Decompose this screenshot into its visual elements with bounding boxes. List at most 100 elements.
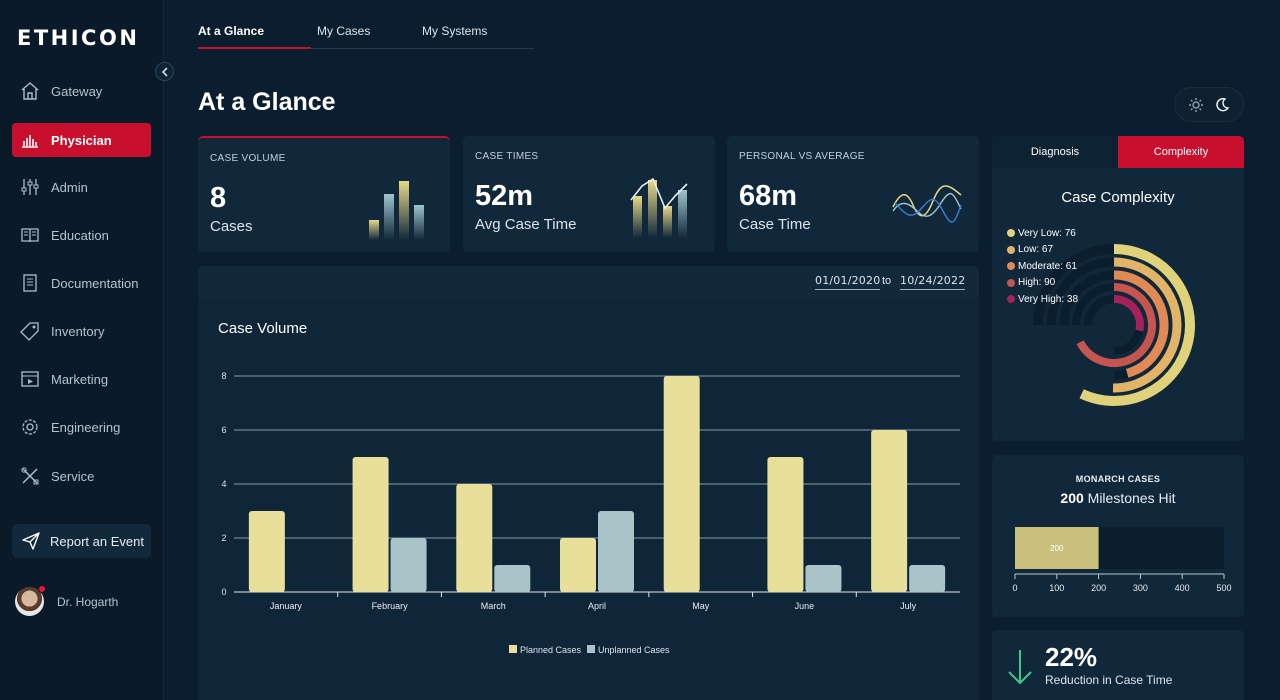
book-icon xyxy=(20,225,40,245)
bar-chart-icon xyxy=(20,130,40,150)
top-tabs: At a Glance My Cases My Systems xyxy=(198,24,534,49)
legend-dot xyxy=(1007,278,1015,287)
tab-my-cases[interactable]: My Cases xyxy=(317,24,370,49)
sidebar-item-documentation[interactable]: Documentation xyxy=(12,266,151,300)
legend-swatch xyxy=(587,645,595,653)
sidebar-item-education[interactable]: Education xyxy=(12,218,151,252)
collapse-sidebar-button[interactable] xyxy=(155,62,174,81)
sidebar-item-label: Physician xyxy=(51,132,112,148)
legend-label: Very High: 38 xyxy=(1018,293,1079,305)
y-tick-label: 4 xyxy=(221,479,226,489)
kpi-label: PERSONAL VS AVERAGE xyxy=(739,151,865,162)
brand-logo: ETHICON xyxy=(17,26,140,50)
mini-wave-icon xyxy=(892,185,962,223)
progress-label: 200 xyxy=(1050,544,1064,553)
x-tick-label: January xyxy=(270,601,303,611)
x-tick-label: June xyxy=(795,601,815,611)
report-event-label: Report an Event xyxy=(50,533,144,549)
x-tick-label: July xyxy=(900,601,917,611)
kpi-value: 8 xyxy=(210,182,227,214)
bar-planned-cases[interactable] xyxy=(248,511,285,592)
bar-planned-cases[interactable] xyxy=(456,484,493,592)
x-tick-label: May xyxy=(692,601,710,611)
legend-item: Very Low: 76 xyxy=(1007,225,1078,242)
tools-icon xyxy=(20,466,40,486)
legend-item: Low: 67 xyxy=(1007,242,1078,259)
tab-at-a-glance[interactable]: At a Glance xyxy=(198,24,311,49)
legend-label: Moderate: 61 xyxy=(1018,260,1077,272)
axis-tick-label: 100 xyxy=(1049,583,1064,593)
legend-item: Moderate: 61 xyxy=(1007,258,1078,275)
sidebar-item-gateway[interactable]: Gateway xyxy=(12,74,151,108)
ring-arc[interactable] xyxy=(1113,295,1144,332)
sidebar-item-service[interactable]: Service xyxy=(12,459,151,493)
avatar[interactable] xyxy=(15,585,46,616)
axis-tick-label: 0 xyxy=(1012,583,1017,593)
kpi-label: CASE TIMES xyxy=(475,151,539,162)
legend-label: Planned Cases xyxy=(520,645,582,655)
document-icon xyxy=(20,273,40,293)
sliders-icon xyxy=(20,177,40,197)
video-icon xyxy=(20,369,40,389)
moon-icon[interactable] xyxy=(1214,97,1230,113)
tab-my-systems[interactable]: My Systems xyxy=(422,24,487,49)
user-name: Dr. Hogarth xyxy=(57,594,119,609)
legend-dot xyxy=(1007,245,1015,254)
gear-icon xyxy=(20,417,40,437)
sidebar-item-admin[interactable]: Admin xyxy=(12,170,151,204)
axis-tick-label: 300 xyxy=(1133,583,1148,593)
bar-unplanned-cases[interactable] xyxy=(909,565,946,592)
x-tick-label: March xyxy=(481,601,506,611)
kpi-sub: Avg Case Time xyxy=(475,216,577,233)
bar-planned-cases[interactable] xyxy=(767,457,804,592)
bar-unplanned-cases[interactable] xyxy=(494,565,531,592)
send-icon xyxy=(22,532,40,550)
bar-unplanned-cases[interactable] xyxy=(390,538,427,592)
kpi-case-times[interactable]: CASE TIMES 52m Avg Case Time xyxy=(463,136,715,252)
page-title: At a Glance xyxy=(198,88,336,116)
case-volume-bar-chart: 0 2 4 6 8 January February March April May June Jul… xyxy=(221,371,960,655)
legend-item: High: 90 xyxy=(1007,275,1078,292)
kpi-label: CASE VOLUME xyxy=(210,153,286,164)
complexity-legend: Very Low: 76 Low: 67 Moderate: 61 High: 90 V… xyxy=(1007,225,1078,308)
kpi-case-volume[interactable]: CASE VOLUME 8 Cases xyxy=(198,136,450,252)
legend-label: Unplanned Cases xyxy=(598,645,670,655)
bar-unplanned-cases[interactable] xyxy=(598,511,634,592)
sun-icon[interactable] xyxy=(1188,97,1204,113)
sidebar-item-engineering[interactable]: Engineering xyxy=(12,410,151,444)
bar-planned-cases[interactable] xyxy=(560,538,596,592)
kpi-personal-vs-average[interactable]: PERSONAL VS AVERAGE 68m Case Time xyxy=(727,136,979,252)
notification-dot xyxy=(38,585,46,593)
case-complexity-card: Diagnosis Complexity Case Complexity Ver… xyxy=(992,136,1244,441)
arrow-down-icon xyxy=(1008,650,1032,685)
y-tick-label: 6 xyxy=(221,425,226,435)
bar-planned-cases[interactable] xyxy=(663,376,700,592)
bar-unplanned-cases[interactable] xyxy=(805,565,842,592)
report-event-button[interactable]: Report an Event xyxy=(12,524,151,558)
theme-toggle[interactable] xyxy=(1174,87,1244,122)
y-tick-label: 0 xyxy=(221,587,226,597)
kpi-value: 68m xyxy=(739,180,798,212)
bar-planned-cases[interactable] xyxy=(352,457,389,592)
x-tick-label: February xyxy=(372,601,409,611)
kpi-sub: Cases xyxy=(210,218,253,235)
sidebar-item-physician[interactable]: Physician xyxy=(12,123,151,157)
sidebar-item-label: Gateway xyxy=(51,83,103,99)
sidebar: ETHICON Gateway Physician Admin Educatio… xyxy=(0,0,164,700)
legend-dot xyxy=(1007,295,1015,304)
y-tick-label: 8 xyxy=(221,371,226,381)
sidebar-item-inventory[interactable]: Inventory xyxy=(12,314,151,348)
sidebar-item-label: Inventory xyxy=(51,323,105,339)
home-icon xyxy=(20,81,40,101)
user-profile[interactable]: Dr. Hogarth xyxy=(15,585,119,616)
sidebar-item-label: Admin xyxy=(51,179,88,195)
sidebar-item-marketing[interactable]: Marketing xyxy=(12,362,151,396)
case-volume-chart-card: 01/01/2020 to 10/24/2022 Case Volume 024… xyxy=(198,266,979,700)
tag-icon xyxy=(20,321,40,341)
monarch-progress-chart: 200 0 100 200 300 400 500 xyxy=(1012,527,1232,593)
bar-planned-cases[interactable] xyxy=(871,430,908,592)
legend-label: Low: 67 xyxy=(1018,244,1054,256)
kpi-value: 52m xyxy=(475,180,534,212)
sidebar-item-label: Education xyxy=(51,227,109,243)
axis-tick-label: 400 xyxy=(1175,583,1190,593)
